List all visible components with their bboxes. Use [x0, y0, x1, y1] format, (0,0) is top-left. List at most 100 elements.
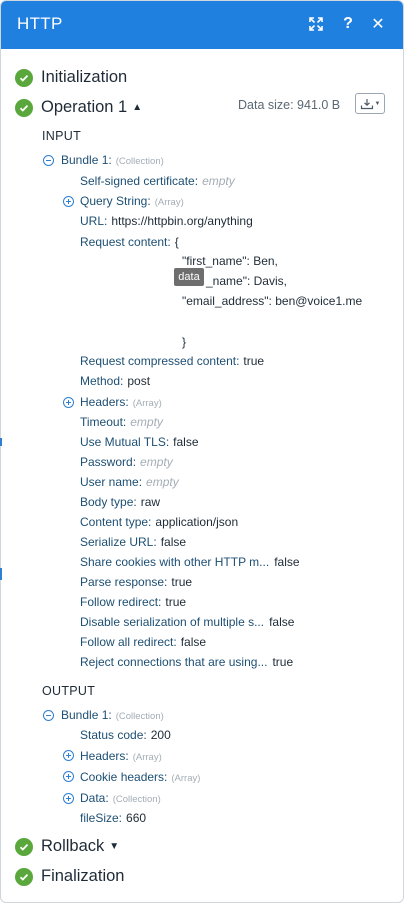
field-row: Method: post	[80, 374, 150, 388]
field-empty: empty	[146, 475, 179, 489]
download-button[interactable]: ▼	[355, 93, 385, 114]
field-value: true	[171, 575, 193, 589]
field-row: Serialize URL: false	[80, 535, 186, 549]
field-key: Self-signed certificate:	[80, 174, 199, 188]
field-key: Reject connections that are using...	[80, 655, 268, 669]
type-tag: (Collection)	[112, 794, 161, 805]
field-row: Status code: 200	[80, 728, 171, 742]
edge-marker	[0, 438, 2, 446]
collapse-icon[interactable]	[43, 155, 54, 166]
field-row: Parse response: true	[80, 575, 192, 589]
field-value: false	[274, 555, 300, 569]
field-row: Cookie headers: (Array)	[80, 770, 200, 786]
field-key: Use Mutual TLS:	[80, 435, 170, 449]
field-key: Headers:	[80, 395, 129, 409]
field-row: Password: empty	[80, 455, 173, 469]
field-row: Body type: raw	[80, 495, 160, 509]
caret-down-icon: ▼	[109, 841, 120, 852]
check-circle-icon	[15, 867, 33, 886]
panel-title: HTTP	[17, 14, 63, 33]
field-value: post	[127, 374, 151, 388]
field-value: 200	[150, 728, 171, 742]
field-key: Content type:	[80, 515, 152, 529]
field-value: false	[180, 635, 207, 649]
field-value: false	[269, 615, 295, 629]
help-icon[interactable]: ?	[337, 13, 359, 35]
expand-toggle-icon[interactable]	[63, 771, 74, 782]
field-row: URL: https://httpbin.org/anything	[80, 214, 253, 228]
section-label: Rollback	[41, 837, 105, 855]
type-tag: (Array)	[154, 197, 184, 208]
field-row: Headers: (Array)	[80, 395, 162, 411]
expand-toggle-icon[interactable]	[63, 750, 74, 761]
type-tag: (Array)	[132, 398, 162, 409]
field-key: Request compressed content:	[80, 354, 240, 368]
field-row: Request compressed content: true	[80, 354, 264, 368]
field-row: Query String: (Array)	[80, 194, 184, 210]
field-key: Password:	[80, 455, 137, 469]
caret-down-icon: ▼	[374, 100, 381, 107]
field-key: Follow all redirect:	[80, 635, 177, 649]
field-value: true	[165, 595, 187, 609]
check-circle-icon	[15, 837, 33, 856]
check-circle-icon	[15, 98, 33, 117]
download-icon	[360, 98, 373, 109]
field-key: Headers:	[80, 749, 129, 763]
json-line: _name": Davis,	[206, 274, 287, 288]
expand-icon[interactable]	[305, 13, 327, 35]
section-finalization[interactable]: Finalization	[15, 867, 124, 886]
close-icon[interactable]: ✕	[367, 13, 389, 35]
field-key: fileSize:	[80, 811, 123, 825]
field-key: Follow redirect:	[80, 595, 162, 609]
section-label: Initialization	[41, 68, 128, 86]
field-key: Serialize URL:	[80, 535, 157, 549]
field-value: application/json	[155, 515, 239, 529]
section-rollback[interactable]: Rollback ▼	[15, 837, 119, 856]
expand-toggle-icon[interactable]	[63, 397, 74, 408]
field-row: Follow all redirect: false	[80, 635, 206, 649]
expand-toggle-icon[interactable]	[63, 196, 74, 207]
type-tag: (Array)	[171, 773, 201, 784]
input-caption: INPUT	[42, 129, 81, 143]
type-tag: (Array)	[132, 752, 162, 763]
field-row: Request content:{	[80, 235, 179, 249]
field-key: Timeout:	[80, 415, 127, 429]
field-key: Disable serialization of multiple s...	[80, 615, 265, 629]
json-line: "email_address": ben@voice1.me	[182, 294, 363, 308]
field-key: Request content:	[80, 235, 171, 249]
field-value: false	[173, 435, 199, 449]
type-tag: (Collection)	[115, 711, 164, 722]
panel-header: HTTP ? ✕	[1, 1, 403, 49]
field-value: false	[160, 535, 187, 549]
section-operation[interactable]: Operation 1 ▲	[15, 98, 142, 117]
field-key: Cookie headers:	[80, 770, 168, 784]
bundle-row: Bundle 1: (Collection)	[61, 708, 164, 724]
field-row: Follow redirect: true	[80, 595, 186, 609]
field-empty: empty	[202, 174, 235, 188]
section-initialization[interactable]: Initialization	[15, 68, 127, 87]
data-size: Data size: 941.0 B	[238, 98, 341, 112]
field-value: true	[243, 354, 265, 368]
field-value: {	[174, 235, 179, 249]
output-caption: OUTPUT	[42, 684, 96, 698]
json-line: }	[182, 335, 187, 349]
field-key: URL:	[80, 214, 108, 228]
field-row: Reject connections that are using... true	[80, 655, 293, 669]
type-tag: (Collection)	[115, 156, 164, 167]
field-row: Data: (Collection)	[80, 791, 161, 807]
tooltip: data	[174, 268, 204, 286]
expand-toggle-icon[interactable]	[63, 793, 74, 804]
bundle-label: Bundle 1:	[61, 708, 112, 722]
field-row: Timeout: empty	[80, 415, 163, 429]
field-key: Status code:	[80, 728, 147, 742]
collapse-icon[interactable]	[43, 710, 54, 721]
field-value: true	[272, 655, 294, 669]
field-value: https://httpbin.org/anything	[111, 214, 253, 228]
section-label: Finalization	[41, 867, 125, 885]
field-row: Content type: application/json	[80, 515, 238, 529]
field-key: Method:	[80, 374, 124, 388]
field-key: User name:	[80, 475, 143, 489]
field-row: Use Mutual TLS: false	[80, 435, 199, 449]
field-empty: empty	[140, 455, 173, 469]
section-label: Operation 1	[41, 98, 128, 116]
